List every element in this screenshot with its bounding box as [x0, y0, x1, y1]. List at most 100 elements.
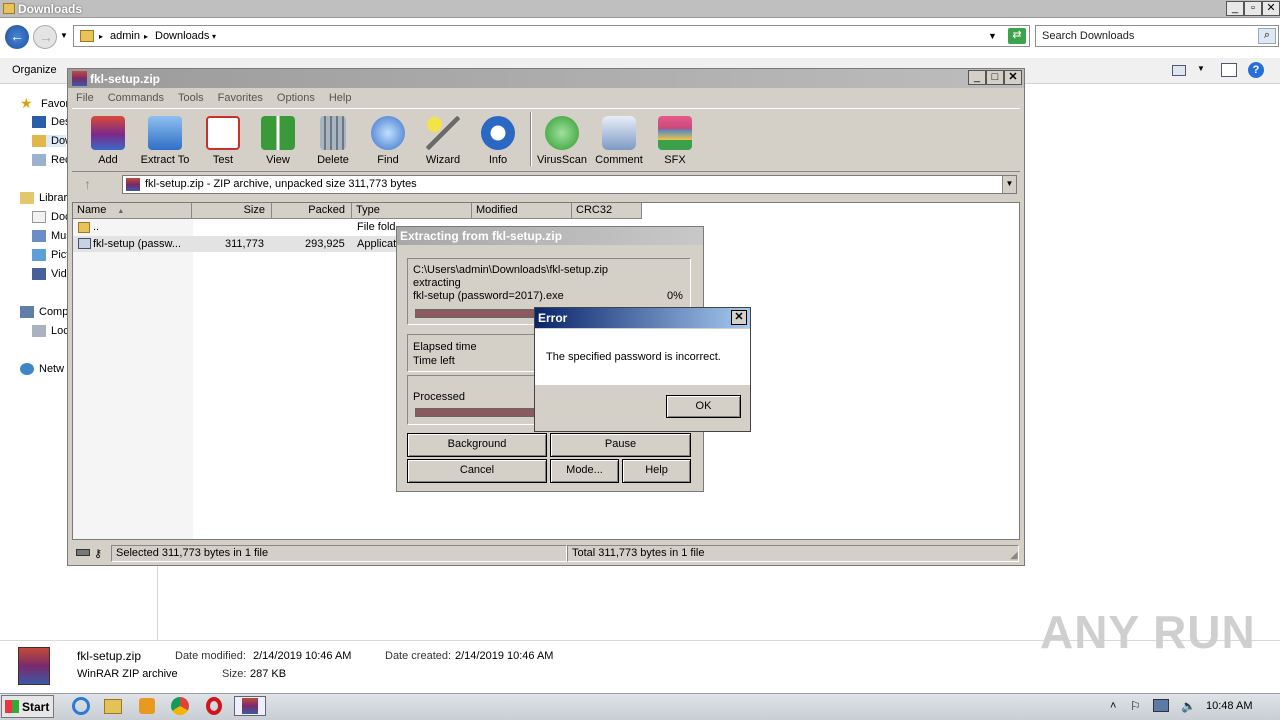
chrome-icon[interactable] — [169, 696, 191, 716]
row-type: File fold — [357, 221, 396, 233]
archive-path-text: fkl-setup.zip - ZIP archive, unpacked si… — [145, 178, 417, 190]
address-bar[interactable]: ▸ admin ▸ Downloads ▾ ▼ ⇄ — [73, 25, 1030, 47]
extract-archive-path: C:\Users\admin\Downloads\fkl-setup.zip — [413, 264, 609, 276]
nav-documents[interactable]: Doc — [32, 211, 71, 224]
media-player-icon[interactable] — [136, 696, 158, 716]
column-header-modified[interactable]: Modified — [472, 203, 572, 219]
winrar-close-button[interactable]: ✕ — [1004, 70, 1022, 85]
executable-icon — [78, 238, 91, 249]
menu-tools[interactable]: Tools — [178, 92, 204, 104]
mode-button[interactable]: Mode... — [550, 459, 619, 483]
column-header-crc32[interactable]: CRC32 — [572, 203, 642, 219]
start-button[interactable]: Start — [1, 695, 54, 718]
toolbar-info-button[interactable]: Info — [470, 108, 526, 168]
back-button[interactable]: ← — [5, 25, 29, 49]
nav-music[interactable]: Mus — [32, 230, 72, 243]
nav-recent-places[interactable]: Rec — [32, 154, 71, 167]
toolbar-add-button[interactable]: Add — [80, 108, 136, 168]
error-message: The specified password is incorrect. — [546, 351, 721, 363]
pause-button[interactable]: Pause — [550, 433, 691, 457]
row-packed: 293,925 — [305, 238, 345, 250]
file-explorer-icon[interactable] — [102, 696, 124, 716]
winrar-taskbar-button[interactable] — [234, 696, 266, 716]
internet-explorer-icon[interactable] — [70, 696, 92, 716]
refresh-icon[interactable]: ⇄ — [1008, 28, 1026, 44]
error-dialog-title: Error — [538, 311, 568, 325]
show-hidden-icons-icon[interactable]: ˄ — [1110, 700, 1116, 712]
up-folder-button[interactable]: ↑ — [84, 176, 91, 192]
toolbar-test-button[interactable]: Test — [195, 108, 251, 168]
folder-icon — [80, 30, 94, 42]
table-row-selected[interactable]: fkl-setup (passw... 311,773 293,925 Appl… — [73, 236, 403, 252]
network-tray-icon[interactable] — [1153, 699, 1169, 712]
extract-dialog-title: Extracting from fkl-setup.zip — [400, 229, 563, 243]
volume-icon[interactable]: 🔈 — [1181, 699, 1196, 713]
history-dropdown-icon[interactable]: ▼ — [60, 31, 68, 40]
resize-grip-icon[interactable]: ◢ — [1010, 550, 1018, 561]
error-dialog-title-bar[interactable]: Error — [535, 308, 750, 328]
forward-button[interactable]: → — [33, 25, 57, 49]
winrar-minimize-button[interactable]: _ — [968, 70, 986, 85]
column-header-type[interactable]: Type — [352, 203, 472, 219]
action-center-flag-icon[interactable]: ⚐ — [1130, 699, 1141, 713]
toolbar-sfx-button[interactable]: SFX — [647, 108, 703, 168]
breadcrumb-downloads[interactable]: Downloads — [155, 30, 209, 42]
drive-icon — [76, 549, 90, 556]
nav-pictures[interactable]: Pict — [32, 249, 69, 262]
menu-commands[interactable]: Commands — [108, 92, 164, 104]
nav-local-disk[interactable]: Loc — [32, 325, 69, 338]
ok-button[interactable]: OK — [666, 395, 741, 418]
help-icon[interactable]: ? — [1248, 62, 1264, 78]
nav-desktop[interactable]: Des — [32, 116, 71, 129]
error-message-area: The specified password is incorrect. — [535, 329, 750, 385]
taskbar — [0, 693, 1280, 720]
background-button[interactable]: Background — [407, 433, 547, 457]
column-header-packed[interactable]: Packed — [272, 203, 352, 219]
toolbar-extract-to-button[interactable]: Extract To — [137, 108, 193, 168]
recent-places-icon — [32, 154, 46, 167]
cancel-button[interactable]: Cancel — [407, 459, 547, 483]
organize-button[interactable]: Organize — [12, 64, 57, 76]
toolbar-delete-button[interactable]: Delete — [305, 108, 361, 168]
nav-favorites[interactable]: ★ Favor — [20, 96, 69, 111]
toolbar-virusscan-button[interactable]: VirusScan — [534, 108, 590, 168]
extract-dialog-title-bar[interactable]: Extracting from fkl-setup.zip — [397, 227, 703, 245]
toolbar-find-button[interactable]: Find — [360, 108, 416, 168]
menu-favorites[interactable]: Favorites — [218, 92, 263, 104]
table-row-parent[interactable]: .. File fold — [73, 220, 403, 236]
elapsed-time-label: Elapsed time — [413, 341, 477, 353]
column-header-size[interactable]: Size — [192, 203, 272, 219]
toolbar-wizard-button[interactable]: Wizard — [415, 108, 471, 168]
nav-computer[interactable]: Comp — [20, 306, 68, 319]
view-options-icon[interactable] — [1172, 65, 1186, 76]
view-dropdown-icon[interactable]: ▼ — [1197, 64, 1205, 73]
nav-downloads[interactable]: Dow — [32, 135, 73, 148]
menu-help[interactable]: Help — [329, 92, 352, 104]
menu-options[interactable]: Options — [277, 92, 315, 104]
clock[interactable]: 10:48 AM — [1206, 700, 1252, 712]
archive-path-combobox[interactable]: fkl-setup.zip - ZIP archive, unpacked si… — [122, 175, 1017, 194]
preview-pane-icon[interactable] — [1221, 63, 1237, 77]
toolbar-comment-button[interactable]: Comment — [591, 108, 647, 168]
winrar-maximize-button[interactable]: □ — [986, 70, 1004, 85]
minimize-button[interactable]: _ — [1226, 1, 1244, 16]
path-dropdown-icon[interactable]: ▼ — [1002, 176, 1016, 193]
search-input[interactable]: Search Downloads ⌕ — [1035, 25, 1279, 47]
winrar-title-bar[interactable]: fkl-setup.zip _ □ ✕ — [68, 69, 1024, 88]
error-close-button[interactable]: ✕ — [731, 310, 747, 325]
help-button[interactable]: Help — [622, 459, 691, 483]
chevron-down-icon[interactable]: ▾ — [212, 32, 216, 41]
maximize-button[interactable]: ▫ — [1244, 1, 1262, 16]
breadcrumb-admin[interactable]: admin — [110, 30, 140, 42]
details-filename: fkl-setup.zip — [77, 649, 142, 663]
address-dropdown-icon[interactable]: ▼ — [988, 31, 997, 41]
opera-icon[interactable] — [203, 696, 225, 716]
column-header-name[interactable]: Name ▲ — [73, 203, 192, 219]
menu-file[interactable]: File — [76, 92, 94, 104]
desktop-icon — [32, 116, 46, 129]
nav-network[interactable]: Netw — [20, 363, 64, 376]
nav-libraries[interactable]: Librar — [20, 192, 67, 205]
search-icon[interactable]: ⌕ — [1258, 28, 1276, 44]
close-button[interactable]: ✕ — [1262, 1, 1280, 16]
toolbar-view-button[interactable]: View — [250, 108, 306, 168]
